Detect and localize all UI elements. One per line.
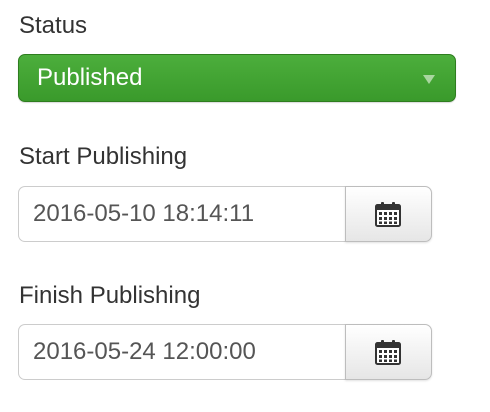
finish-publishing-input[interactable]: 2016-05-24 12:00:00: [18, 324, 346, 380]
start-publishing-calendar-button[interactable]: [345, 186, 432, 242]
start-publishing-input[interactable]: 2016-05-10 18:14:11: [18, 186, 346, 242]
finish-publishing-field: 2016-05-24 12:00:00: [18, 324, 432, 380]
calendar-icon: [375, 340, 401, 365]
status-selected-value: Published: [37, 64, 143, 91]
status-select[interactable]: Published: [18, 54, 456, 102]
start-publishing-field: 2016-05-10 18:14:11: [18, 186, 432, 242]
chevron-down-icon: [423, 75, 435, 84]
calendar-icon: [375, 202, 401, 227]
finish-publishing-label: Finish Publishing: [19, 282, 201, 309]
finish-publishing-calendar-button[interactable]: [345, 324, 432, 380]
status-label: Status: [19, 12, 88, 39]
start-publishing-label: Start Publishing: [19, 143, 188, 170]
